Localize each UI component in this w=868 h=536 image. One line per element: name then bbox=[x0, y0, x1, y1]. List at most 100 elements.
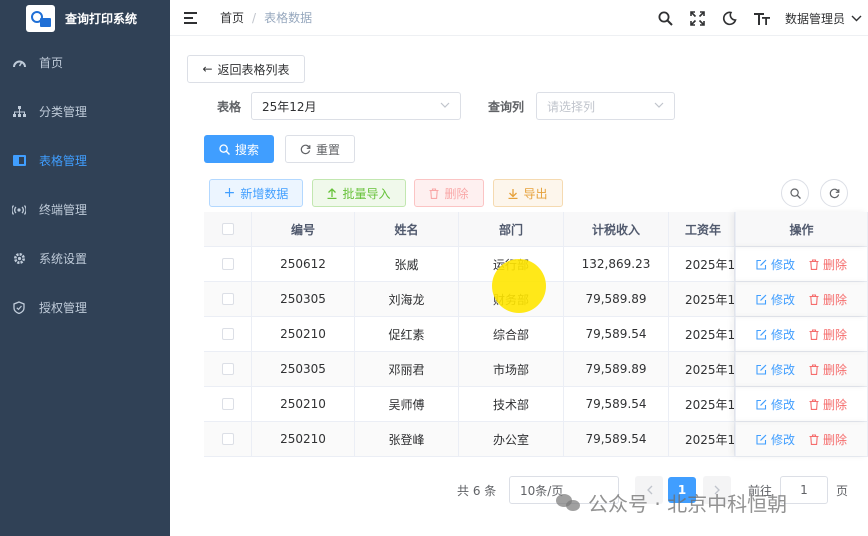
edit-button[interactable]: 修改 bbox=[756, 291, 795, 308]
cell-pay: 2025年1 bbox=[669, 422, 735, 456]
sidebar-item-license[interactable]: 授权管理 bbox=[0, 283, 170, 332]
cell-name: 刘海龙 bbox=[355, 282, 459, 316]
chevron-down-icon bbox=[851, 15, 862, 21]
delete-label: 删除 bbox=[823, 292, 848, 307]
search-icon bbox=[219, 143, 230, 155]
app-logo-icon bbox=[26, 4, 55, 32]
trash-icon bbox=[809, 293, 819, 305]
sidebar-item-category[interactable]: 分类管理 bbox=[0, 87, 170, 136]
cell-no: 250210 bbox=[252, 317, 355, 351]
download-icon bbox=[508, 188, 518, 199]
row-checkbox-cell bbox=[204, 352, 252, 386]
chevron-down-icon bbox=[654, 100, 664, 111]
cell-no: 250305 bbox=[252, 352, 355, 386]
breadcrumb-home[interactable]: 首页 bbox=[220, 11, 244, 25]
delete-label: 删除 bbox=[823, 257, 848, 272]
cell-tax: 79,589.54 bbox=[564, 387, 669, 421]
reset-button[interactable]: 重置 bbox=[285, 135, 355, 163]
delete-row-button[interactable]: 删除 bbox=[809, 256, 847, 273]
column-header-pay[interactable]: 工资年 bbox=[669, 212, 735, 246]
edit-button[interactable]: 修改 bbox=[756, 431, 795, 448]
row-checkbox[interactable] bbox=[221, 398, 234, 410]
row-checkbox[interactable] bbox=[221, 363, 234, 375]
font-size-icon[interactable] bbox=[753, 9, 771, 27]
search-button[interactable]: 搜索 bbox=[204, 135, 274, 163]
cell-tax: 79,589.89 bbox=[564, 352, 669, 386]
edit-label: 修改 bbox=[770, 362, 795, 377]
sidebar-item-label: 终端管理 bbox=[39, 203, 88, 217]
dark-mode-moon-icon[interactable] bbox=[721, 9, 739, 27]
delete-row-button[interactable]: 删除 bbox=[809, 396, 847, 413]
sidebar-item-table[interactable]: 表格管理 bbox=[0, 136, 170, 185]
column-header-name[interactable]: 姓名 bbox=[355, 212, 459, 246]
edit-button[interactable]: 修改 bbox=[756, 326, 795, 343]
sidebar-item-label: 分类管理 bbox=[39, 105, 88, 119]
dashboard-icon bbox=[12, 56, 26, 70]
sidebar-item-terminal[interactable]: 终端管理 bbox=[0, 185, 170, 234]
search-button-label: 搜索 bbox=[234, 142, 259, 157]
trash-icon bbox=[809, 363, 819, 375]
delete-row-button[interactable]: 删除 bbox=[809, 326, 847, 343]
table-select[interactable]: 25年12月 bbox=[251, 92, 461, 120]
sidebar-item-home[interactable]: 首页 bbox=[0, 38, 170, 87]
trash-icon bbox=[809, 258, 819, 270]
top-header: 首页 / 表格数据 数据管理员 bbox=[170, 0, 868, 36]
refresh-icon bbox=[300, 144, 311, 154]
table-header-row: 编号 姓名 部门 计税收入 工资年 操作 bbox=[204, 212, 868, 247]
arrow-left-icon: ← bbox=[202, 62, 213, 76]
column-header-dept[interactable]: 部门 bbox=[459, 212, 564, 246]
table-row[interactable]: 250210 促红素 综合部 79,589.54 2025年1 修改 删除 bbox=[204, 317, 868, 352]
add-data-button[interactable]: + 新增数据 bbox=[209, 179, 303, 207]
column-select[interactable]: 请选择列 bbox=[536, 92, 675, 120]
row-checkbox[interactable] bbox=[221, 293, 234, 305]
cell-tax: 79,589.89 bbox=[564, 282, 669, 316]
row-checkbox-cell bbox=[204, 282, 252, 316]
cell-pay: 2025年1 bbox=[669, 282, 735, 316]
table-select-value: 25年12月 bbox=[262, 99, 317, 114]
row-checkbox[interactable] bbox=[221, 328, 234, 340]
row-actions: 修改 删除 bbox=[735, 317, 868, 351]
column-header-no[interactable]: 编号 bbox=[252, 212, 355, 246]
sidebar-item-label: 表格管理 bbox=[39, 154, 88, 168]
refresh-table-button[interactable] bbox=[820, 179, 848, 207]
row-checkbox[interactable] bbox=[221, 258, 234, 270]
column-header-op: 操作 bbox=[735, 212, 868, 246]
table-row[interactable]: 250210 吴师傅 技术部 79,589.54 2025年1 修改 删除 bbox=[204, 387, 868, 422]
search-icon[interactable] bbox=[657, 9, 675, 27]
delete-row-button[interactable]: 删除 bbox=[809, 431, 847, 448]
delete-button[interactable]: 删除 bbox=[414, 179, 484, 207]
cell-no: 250612 bbox=[252, 247, 355, 281]
goto-page-input[interactable]: 1 bbox=[780, 476, 828, 504]
row-checkbox[interactable] bbox=[221, 433, 234, 445]
sidebar-item-settings[interactable]: 系统设置 bbox=[0, 234, 170, 283]
main-content: ← 返回表格列表 表格 25年12月 查询列 请选择列 搜索 重置 + 新增数据… bbox=[170, 36, 868, 536]
edit-button[interactable]: 修改 bbox=[756, 256, 795, 273]
data-table: 编号 姓名 部门 计税收入 工资年 操作 250612 张威 运行部 132,8… bbox=[204, 212, 868, 457]
user-menu[interactable]: 数据管理员 bbox=[785, 10, 862, 27]
refresh-icon bbox=[829, 188, 839, 198]
trash-icon bbox=[809, 328, 819, 340]
back-to-table-list-button[interactable]: ← 返回表格列表 bbox=[187, 55, 305, 83]
fullscreen-icon[interactable] bbox=[689, 9, 707, 27]
edit-button[interactable]: 修改 bbox=[756, 361, 795, 378]
pagination-total: 共 6 条 bbox=[457, 484, 497, 498]
column-header-tax[interactable]: 计税收入 bbox=[564, 212, 669, 246]
menu-toggle-icon[interactable] bbox=[184, 11, 200, 24]
toggle-search-button[interactable] bbox=[781, 179, 809, 207]
delete-button-label: 删除 bbox=[444, 186, 469, 201]
sidebar: 查询打印系统 首页 分类管理 表格管理 终端管理 系统设置 授权管理 bbox=[0, 0, 170, 536]
table-row[interactable]: 250305 邓丽君 市场部 79,589.89 2025年1 修改 删除 bbox=[204, 352, 868, 387]
delete-label: 删除 bbox=[823, 432, 848, 447]
batch-import-button[interactable]: 批量导入 bbox=[312, 179, 406, 207]
cell-name: 促红素 bbox=[355, 317, 459, 351]
edit-button[interactable]: 修改 bbox=[756, 396, 795, 413]
edit-label: 修改 bbox=[770, 257, 795, 272]
export-button[interactable]: 导出 bbox=[493, 179, 563, 207]
chevron-down-icon bbox=[440, 100, 450, 111]
table-row[interactable]: 250210 张登峰 办公室 79,589.54 2025年1 修改 删除 bbox=[204, 422, 868, 457]
trash-icon bbox=[809, 433, 819, 445]
delete-row-button[interactable]: 删除 bbox=[809, 361, 847, 378]
delete-row-button[interactable]: 删除 bbox=[809, 291, 847, 308]
select-all-checkbox[interactable] bbox=[221, 223, 234, 235]
edit-icon bbox=[756, 399, 767, 410]
